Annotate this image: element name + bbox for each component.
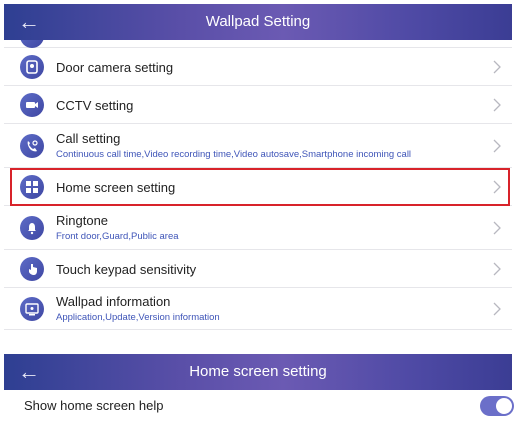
item-label: Wallpad information — [56, 294, 171, 309]
door-camera-icon — [20, 55, 44, 79]
list-item-cctv[interactable]: CCTV setting — [4, 86, 512, 124]
chevron-right-icon — [493, 60, 501, 74]
list-item-wallpad-info[interactable]: Wallpad information Application,Update,V… — [4, 288, 512, 330]
partial-icon — [20, 40, 44, 48]
toggle-label: Show home screen help — [24, 398, 164, 413]
item-subtitle: Application,Update,Version information — [56, 312, 220, 323]
item-label: Door camera setting — [56, 60, 174, 75]
chevron-right-icon — [493, 302, 501, 316]
show-help-toggle[interactable] — [480, 396, 514, 416]
back-arrow-icon[interactable]: ← — [18, 4, 40, 40]
list-item-home-screen[interactable]: Home screen setting — [4, 168, 512, 206]
wallpad-setting-header: ← Wallpad Setting — [4, 4, 512, 40]
item-subtitle: Continuous call time,Video recording tim… — [56, 149, 412, 160]
page-title: Wallpad Setting — [205, 13, 311, 30]
list-item-door-camera[interactable]: Door camera setting — [4, 48, 512, 86]
list-item-partial — [4, 40, 512, 48]
home-screen-setting-header: ← Home screen setting — [4, 354, 512, 390]
item-label: Home screen setting — [56, 180, 176, 195]
back-arrow-icon[interactable]: ← — [18, 354, 40, 390]
item-subtitle: Front door,Guard,Public area — [56, 231, 179, 242]
item-label: Call setting — [56, 131, 121, 146]
page-title: Home screen setting — [189, 363, 327, 380]
ringtone-icon — [20, 216, 44, 240]
cctv-icon — [20, 93, 44, 117]
list-item-ringtone[interactable]: Ringtone Front door,Guard,Public area — [4, 206, 512, 250]
chevron-right-icon — [493, 139, 501, 153]
call-settings-icon — [20, 134, 44, 158]
settings-list: Door camera setting CCTV setting Call se… — [4, 40, 512, 330]
list-item-touch-keypad[interactable]: Touch keypad sensitivity — [4, 250, 512, 288]
item-label: Touch keypad sensitivity — [56, 262, 197, 277]
chevron-right-icon — [493, 221, 501, 235]
info-icon — [20, 297, 44, 321]
list-item-call-setting[interactable]: Call setting Continuous call time,Video … — [4, 124, 512, 168]
show-help-row: Show home screen help — [4, 390, 514, 422]
item-label: CCTV setting — [56, 98, 134, 113]
item-label: Ringtone — [56, 213, 109, 228]
chevron-right-icon — [493, 262, 501, 276]
home-screen-icon — [20, 175, 44, 199]
chevron-right-icon — [493, 98, 501, 112]
touch-icon — [20, 257, 44, 281]
toggle-knob — [496, 398, 512, 414]
chevron-right-icon — [493, 180, 501, 194]
